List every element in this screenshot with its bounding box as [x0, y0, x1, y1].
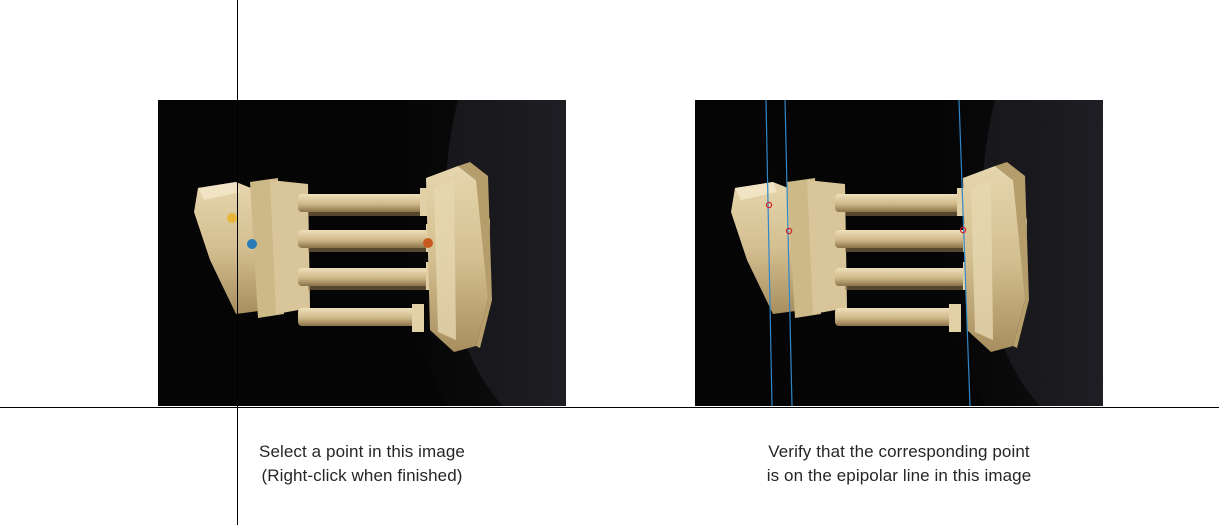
selected-point-blue[interactable] — [247, 239, 257, 249]
left-caption-line-2: (Right-click when finished) — [261, 466, 463, 485]
crosshair-vertical-line — [237, 0, 238, 525]
right-caption-line-1: Verify that the corresponding point — [768, 442, 1030, 461]
selected-point-orange[interactable] — [423, 238, 433, 248]
temple-image-right — [695, 100, 1103, 406]
temple-image-left[interactable] — [158, 100, 566, 406]
left-caption-line-1: Select a point in this image — [259, 442, 465, 461]
right-image-axes — [695, 100, 1103, 406]
figure-window: { "left_panel": { "caption_line1": "Sele… — [0, 0, 1219, 525]
right-image-instruction: Verify that the corresponding point is o… — [689, 440, 1109, 488]
left-image-instruction: Select a point in this image (Right-clic… — [152, 440, 572, 488]
left-image-axes[interactable] — [158, 100, 566, 406]
right-caption-line-2: is on the epipolar line in this image — [766, 466, 1032, 485]
selected-point-yellow[interactable] — [227, 213, 237, 223]
crosshair-horizontal-line — [0, 407, 1219, 408]
